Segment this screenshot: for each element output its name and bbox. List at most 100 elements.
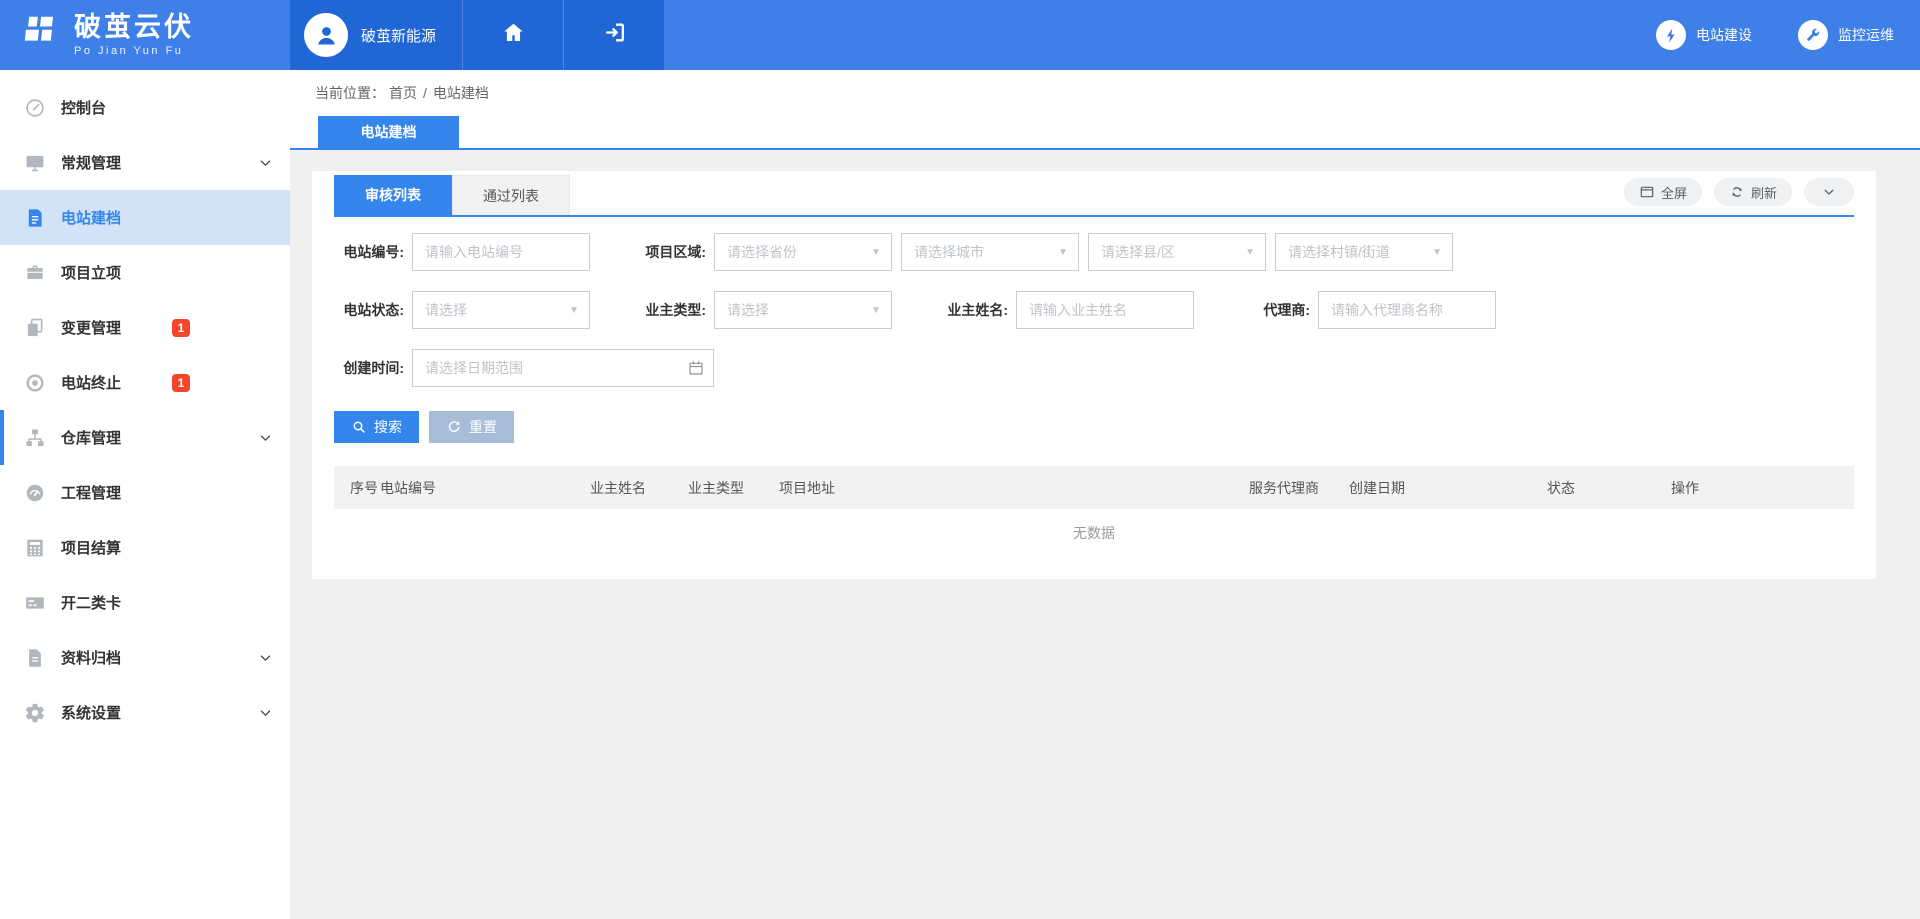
top-header: 破茧云伏 Po Jian Yun Fu 破茧新能源 电站建设 监控运维 (0, 0, 1920, 70)
text-input[interactable] (1017, 292, 1193, 328)
select-field[interactable]: 请选择▼ (412, 291, 590, 329)
collapse-button[interactable] (1804, 178, 1854, 206)
form-row: 创建时间: (334, 349, 1854, 387)
sidebar-item-仓库管理[interactable]: 仓库管理 (0, 410, 290, 465)
sidebar-item-label: 项目结算 (61, 537, 121, 558)
search-label: 搜索 (374, 417, 402, 437)
sidebar-item-label: 资料归档 (61, 647, 121, 668)
sidebar: 控制台常规管理电站建档项目立项变更管理 1 电站终止1 仓库管理工程管理项目结算开二类… (0, 70, 290, 919)
sidebar-item-开二类卡[interactable]: 开二类卡 (0, 575, 290, 630)
sidebar-item-工程管理[interactable]: 工程管理 (0, 465, 290, 520)
column-header-服务代理商: 服务代理商 (1249, 478, 1349, 498)
page-tab-station-filing[interactable]: 电站建档 (318, 116, 459, 148)
refresh-button[interactable]: 刷新 (1714, 178, 1792, 206)
briefcase-icon (24, 262, 46, 284)
column-header-序号: 序号 (334, 478, 380, 498)
column-header-创建日期: 创建日期 (1349, 478, 1547, 498)
sidebar-item-label: 常规管理 (61, 152, 121, 173)
field-label: 电站状态: (334, 300, 404, 320)
panel-tabs-row: 审核列表通过列表 全屏 刷新 (334, 175, 1854, 217)
reset-button[interactable]: 重置 (429, 411, 514, 443)
date-range-field[interactable] (412, 349, 714, 387)
select-field[interactable]: 请选择省份▼ (714, 233, 892, 271)
text-field[interactable] (412, 233, 590, 271)
dropdown-arrow-icon: ▼ (1245, 247, 1255, 258)
column-header-业主类型: 业主类型 (688, 478, 779, 498)
sidebar-item-资料归档[interactable]: 资料归档 (0, 630, 290, 685)
search-button[interactable]: 搜索 (334, 411, 419, 443)
text-field[interactable] (1318, 291, 1496, 329)
sidebar-item-电站终止[interactable]: 电站终止1 (0, 355, 290, 410)
text-input[interactable] (1319, 292, 1495, 328)
header-action-monitor-ops[interactable]: 监控运维 (1798, 20, 1894, 50)
tab-审核列表[interactable]: 审核列表 (334, 175, 452, 215)
sidebar-item-项目立项[interactable]: 项目立项 (0, 245, 290, 300)
chevron-down-icon (259, 651, 272, 664)
sidebar-item-label: 变更管理 (61, 317, 121, 338)
panel-toolbar: 全屏 刷新 (1624, 178, 1854, 206)
select-placeholder: 请选择县/区 (1089, 242, 1245, 262)
signin-icon (602, 20, 627, 50)
user-chip[interactable]: 破茧新能源 (290, 0, 462, 70)
dropdown-arrow-icon: ▼ (871, 247, 881, 258)
header-actions: 电站建设 监控运维 (664, 0, 1920, 70)
home-icon (501, 20, 526, 50)
signin-button[interactable] (563, 0, 664, 70)
lightning-icon (1656, 20, 1686, 50)
select-placeholder: 请选择省份 (715, 242, 871, 262)
sidebar-item-电站建档[interactable]: 电站建档 (0, 190, 290, 245)
select-placeholder: 请选择 (413, 300, 569, 320)
brand-logo: 破茧云伏 Po Jian Yun Fu (0, 0, 290, 70)
fullscreen-label: 全屏 (1661, 183, 1687, 202)
form-row: 电站状态:请选择▼业主类型:请选择▼业主姓名:代理商: (334, 291, 1854, 329)
home-button[interactable] (462, 0, 563, 70)
avatar (304, 13, 348, 57)
column-header-状态: 状态 (1547, 478, 1671, 498)
dropdown-arrow-icon: ▼ (871, 305, 881, 316)
sidebar-item-控制台[interactable]: 控制台 (0, 80, 290, 135)
form-row: 电站编号:项目区域:请选择省份▼请选择城市▼请选择县/区▼请选择村镇/街道▼ (334, 233, 1854, 271)
reset-icon (446, 419, 462, 435)
field-label: 业主姓名: (938, 300, 1008, 320)
field-label: 项目区域: (636, 242, 706, 262)
breadcrumb-home-link[interactable]: 首页 (389, 83, 417, 103)
sidebar-item-项目结算[interactable]: 项目结算 (0, 520, 290, 575)
notification-badge: 1 (172, 319, 190, 337)
header-action-label: 电站建设 (1696, 25, 1752, 45)
breadcrumb-prefix: 当前位置： (315, 83, 385, 103)
dropdown-arrow-icon: ▼ (569, 305, 579, 316)
brand-title: 破茧云伏 (74, 14, 194, 41)
field-label: 创建时间: (334, 358, 404, 378)
content: 审核列表通过列表 全屏 刷新 (290, 150, 1920, 579)
sidebar-item-系统设置[interactable]: 系统设置 (0, 685, 290, 740)
date-input[interactable] (413, 350, 713, 386)
sidebar-item-label: 系统设置 (61, 702, 121, 723)
select-field[interactable]: 请选择县/区▼ (1088, 233, 1266, 271)
breadcrumb-separator: / (423, 85, 427, 101)
search-icon (351, 419, 367, 435)
select-placeholder: 请选择城市 (902, 242, 1058, 262)
sidebar-item-label: 项目立项 (61, 262, 121, 283)
chevron-down-icon (259, 431, 272, 444)
tab-通过列表[interactable]: 通过列表 (452, 175, 570, 215)
select-field[interactable]: 请选择城市▼ (901, 233, 1079, 271)
fullscreen-button[interactable]: 全屏 (1624, 178, 1702, 206)
sidebar-item-label: 仓库管理 (61, 427, 121, 448)
select-field[interactable]: 请选择村镇/街道▼ (1275, 233, 1453, 271)
select-field[interactable]: 请选择▼ (714, 291, 892, 329)
sidebar-item-label: 控制台 (61, 97, 106, 118)
breadcrumb-current: 电站建档 (433, 83, 489, 103)
monitor-icon (24, 152, 46, 174)
column-header-电站编号: 电站编号 (380, 478, 590, 498)
calculator-icon (24, 537, 46, 559)
sidebar-item-label: 电站建档 (61, 207, 121, 228)
sidebar-item-label: 开二类卡 (61, 592, 121, 613)
field-label: 业主类型: (636, 300, 706, 320)
sidebar-item-常规管理[interactable]: 常规管理 (0, 135, 290, 190)
search-form: 电站编号:项目区域:请选择省份▼请选择城市▼请选择县/区▼请选择村镇/街道▼电站… (334, 233, 1854, 387)
sidebar-item-变更管理[interactable]: 变更管理 1 (0, 300, 290, 355)
text-input[interactable] (413, 234, 589, 270)
text-field[interactable] (1016, 291, 1194, 329)
dial-icon (24, 482, 46, 504)
header-action-station-build[interactable]: 电站建设 (1656, 20, 1752, 50)
